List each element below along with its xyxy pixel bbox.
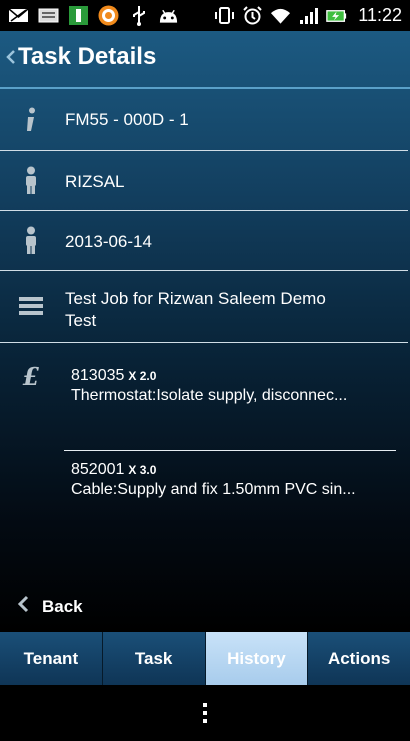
tab-bar: Tenant Task History Actions <box>0 632 410 685</box>
page-title: Task Details <box>18 43 157 70</box>
pound-icon: £ <box>22 361 40 391</box>
usb-icon <box>128 5 149 26</box>
mail-icon <box>8 5 29 26</box>
app-i-icon <box>68 5 89 26</box>
tab-task[interactable]: Task <box>102 632 206 685</box>
screen-icon <box>38 5 59 26</box>
item-code: 813035 <box>71 367 125 384</box>
detail-row-description: Test Job for Rizwan Saleem Demo Test <box>0 271 410 343</box>
item-qty: X 3.0 <box>128 463 157 477</box>
list-icon <box>18 293 44 319</box>
vibrate-icon <box>214 5 235 26</box>
overflow-menu-icon[interactable] <box>200 701 210 725</box>
android-debug-icon <box>158 5 179 26</box>
description-line-1: Test Job for Rizwan Saleem Demo <box>65 289 326 308</box>
detail-row-date: 2013-06-14 <box>0 211 410 271</box>
list-item[interactable]: 813035 X 2.0 Thermostat:Isolate supply, d… <box>71 367 391 405</box>
app-screen: 11:22 Task Details FM55 - 000D - 1 RIZSA… <box>0 0 410 741</box>
task-date: 2013-06-14 <box>65 232 152 251</box>
wifi-icon <box>270 5 291 26</box>
item-description: Thermostat:Isolate supply, disconnec... <box>71 387 348 404</box>
battery-charging-icon <box>326 5 347 26</box>
person-icon <box>18 166 44 194</box>
task-reference: FM55 - 000D - 1 <box>65 110 189 129</box>
detail-row-person: RIZSAL <box>0 151 410 211</box>
task-details-panel: Task Details FM55 - 000D - 1 RIZSAL 2013… <box>0 31 410 632</box>
header: Task Details <box>0 31 410 87</box>
notification-icons <box>8 5 179 26</box>
item-description: Cable:Supply and fix 1.50mm PVC sin... <box>71 481 356 498</box>
person-icon <box>18 226 44 254</box>
items-section: £ 813035 X 2.0 Thermostat:Isolate supply,… <box>0 343 410 498</box>
detail-row-reference: FM55 - 000D - 1 <box>0 89 410 151</box>
list-item[interactable]: 852001 X 3.0 Cable:Supply and fix 1.50mm … <box>71 461 391 499</box>
system-icons: 11:22 <box>214 5 402 26</box>
clock-time: 11:22 <box>358 5 402 25</box>
back-label: Back <box>42 596 83 616</box>
navigation-bar <box>0 685 410 741</box>
signal-icon <box>298 5 319 26</box>
tab-actions[interactable]: Actions <box>308 632 410 685</box>
chevron-left-icon[interactable] <box>4 46 16 68</box>
item-code: 852001 <box>71 461 125 478</box>
task-person: RIZSAL <box>65 172 125 191</box>
description-line-2: Test <box>65 311 97 330</box>
tab-history[interactable]: History <box>205 632 309 685</box>
item-divider <box>64 450 396 451</box>
status-bar: 11:22 <box>0 0 410 31</box>
info-icon <box>18 107 44 133</box>
tab-tenant[interactable]: Tenant <box>0 632 103 685</box>
orange-app-icon <box>98 5 119 26</box>
back-button[interactable]: Back <box>16 593 83 620</box>
item-qty: X 2.0 <box>128 369 157 383</box>
alarm-icon <box>242 5 263 26</box>
chevron-left-icon <box>16 593 30 620</box>
task-description: Test Job for Rizwan Saleem Demo Test <box>65 288 326 332</box>
